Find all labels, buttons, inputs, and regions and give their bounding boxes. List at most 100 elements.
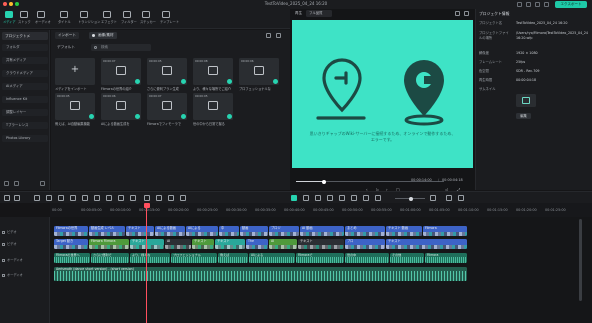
track-header-video-2[interactable]: ビデオ bbox=[2, 229, 48, 234]
zoom-slider[interactable] bbox=[395, 196, 425, 201]
tool-filter[interactable]: フィルター bbox=[121, 11, 137, 24]
tool-transition[interactable]: トランジション bbox=[78, 11, 100, 24]
media-item[interactable]: 00:00:05 bbox=[193, 93, 233, 120]
audio-clip[interactable]: プロフェッショナル bbox=[171, 253, 217, 263]
scrubber-handle[interactable] bbox=[322, 179, 326, 184]
audio-clip[interactable]: 世の中 bbox=[345, 253, 389, 263]
timeline-ruler[interactable]: 00:00 00:00:05:00 00:00:10:00 00:00:15:0… bbox=[50, 203, 592, 217]
edit-button[interactable]: 編集 bbox=[516, 113, 531, 119]
track-header-audio-2[interactable]: オーディオ bbox=[2, 272, 48, 277]
grid-view-icon[interactable] bbox=[446, 195, 452, 201]
text-tool-icon[interactable] bbox=[94, 195, 100, 201]
audio-tool-icon[interactable] bbox=[168, 195, 174, 201]
import-media-tile[interactable]: + bbox=[55, 58, 95, 85]
quality-select[interactable]: フル品質 bbox=[306, 10, 332, 17]
collapse-sidebar-icon[interactable] bbox=[40, 181, 45, 186]
playhead-handle[interactable] bbox=[143, 203, 150, 208]
zoom-handle[interactable] bbox=[409, 196, 413, 201]
zoom-in-icon[interactable] bbox=[430, 195, 436, 201]
default-tab[interactable]: 画像/素材 bbox=[89, 32, 117, 39]
lock-icon[interactable] bbox=[2, 273, 5, 277]
media-item[interactable]: 00:00:05 bbox=[147, 58, 187, 85]
video-clip[interactable]: 中 bbox=[219, 226, 239, 236]
sidebar-header[interactable]: プロジェクトメ bbox=[2, 32, 48, 40]
account-icon[interactable] bbox=[517, 2, 522, 7]
tool-media[interactable]: メディア bbox=[3, 11, 16, 24]
video-clip[interactable]: AIによる bbox=[186, 226, 218, 236]
video-clip[interactable]: AI bbox=[269, 239, 297, 249]
audio-clip[interactable]: 例えば bbox=[218, 253, 248, 263]
audio-clip[interactable]: その他 bbox=[390, 253, 424, 263]
search-input[interactable]: 検索 bbox=[91, 44, 151, 51]
cloud-icon[interactable] bbox=[526, 2, 531, 7]
media-item[interactable]: 00:00:07 bbox=[147, 93, 187, 120]
speed-icon[interactable] bbox=[118, 195, 124, 201]
export-button[interactable]: エクスポート bbox=[555, 1, 587, 8]
tool-audio[interactable]: オーディオ bbox=[35, 11, 51, 24]
media-item[interactable]: 00:00:05 bbox=[55, 93, 95, 120]
tool-sticker[interactable]: ステッカー bbox=[140, 11, 156, 24]
add-folder-icon[interactable] bbox=[14, 181, 19, 186]
fullscreen-icon[interactable] bbox=[464, 11, 469, 16]
sidebar-item-cloud[interactable]: クラウドメディア bbox=[2, 70, 48, 77]
video-clip[interactable]: テキスト bbox=[130, 239, 164, 249]
tool-template[interactable]: テンプレート bbox=[160, 11, 179, 24]
layout-icon[interactable] bbox=[4, 195, 10, 201]
undo-icon[interactable] bbox=[34, 195, 40, 201]
video-clip[interactable]: Filmoraの世界 bbox=[54, 226, 88, 236]
video-clip[interactable]: まとめ bbox=[345, 226, 385, 236]
crop-icon[interactable] bbox=[106, 195, 112, 201]
color-icon[interactable] bbox=[130, 195, 136, 201]
video-clip[interactable]: テキスト bbox=[386, 239, 467, 249]
more-tools-icon[interactable] bbox=[180, 195, 186, 201]
lock-icon[interactable] bbox=[2, 230, 5, 234]
playhead[interactable] bbox=[143, 203, 150, 323]
record-voice-icon[interactable] bbox=[315, 195, 321, 201]
video-clip[interactable]: テキスト bbox=[126, 226, 154, 236]
timeline-scrollbar[interactable] bbox=[570, 217, 592, 323]
snap-icon[interactable] bbox=[291, 195, 297, 201]
more-icon[interactable] bbox=[276, 33, 281, 38]
video-clip[interactable]: AIによる動画 bbox=[155, 226, 185, 236]
ai-tool-icon[interactable] bbox=[144, 195, 150, 201]
audio-clip[interactable]: Filmoraの世界へ bbox=[54, 253, 90, 263]
marker-icon[interactable] bbox=[303, 195, 309, 201]
video-clip[interactable]: テキスト bbox=[298, 239, 344, 249]
filter-icon[interactable] bbox=[266, 33, 271, 38]
zoom-out-icon[interactable] bbox=[375, 195, 381, 201]
track-header-video-1[interactable]: ビデオ bbox=[2, 241, 48, 246]
preview-canvas[interactable]: 思いきりギャップのWiki-サーバーに接続するため、オンラインで動作するため、 … bbox=[292, 20, 473, 168]
video-clip[interactable]: Filmora Filmora bbox=[89, 239, 129, 249]
sidebar-item-blur[interactable]: Tブラーレンス bbox=[2, 122, 48, 129]
media-item[interactable]: 00:00:06 bbox=[239, 58, 279, 85]
audio-clip[interactable]: Filmora bbox=[425, 253, 467, 263]
music-clip[interactable]: Aerismoth (dance short version) - (short… bbox=[54, 267, 467, 281]
tool-stock[interactable]: ストック bbox=[18, 11, 31, 24]
media-item[interactable]: 00:00:08 bbox=[193, 58, 233, 85]
lock-icon[interactable] bbox=[2, 242, 5, 246]
video-clip[interactable]: The bbox=[246, 239, 268, 249]
snapshot-icon[interactable] bbox=[455, 11, 460, 16]
lock-icon[interactable] bbox=[2, 258, 5, 262]
video-clip[interactable]: プロジ bbox=[269, 226, 299, 236]
video-clip[interactable]: テキスト bbox=[215, 239, 245, 249]
audio-clip[interactable]: Filmoraで bbox=[296, 253, 344, 263]
media-item[interactable]: 00:00:07 bbox=[101, 58, 141, 85]
sidebar-item-photos-library[interactable]: Photos Library bbox=[2, 135, 48, 142]
video-clip[interactable]: テキスト 動画 bbox=[386, 226, 422, 236]
sidebar-item-influence-kit[interactable]: Influence Kit bbox=[2, 96, 48, 103]
new-folder-icon[interactable] bbox=[4, 181, 9, 186]
render-icon[interactable] bbox=[339, 195, 345, 201]
video-clip[interactable]: Filmora bbox=[423, 226, 467, 236]
scroll-thumb[interactable] bbox=[579, 219, 582, 301]
video-clip[interactable]: Target 動き bbox=[54, 239, 88, 249]
select-tool-icon[interactable] bbox=[14, 195, 20, 201]
video-clip[interactable]: 動画 bbox=[240, 226, 268, 236]
tool-effect[interactable]: エフェクト bbox=[101, 11, 117, 24]
thumbnail-preview[interactable] bbox=[516, 94, 536, 107]
import-tab[interactable]: インポート bbox=[55, 32, 79, 39]
sidebar-item-ai-media[interactable]: AIメディア bbox=[2, 83, 48, 90]
audio-clip[interactable]: より、様々な bbox=[130, 253, 170, 263]
keyframe-icon[interactable] bbox=[351, 195, 357, 201]
sidebar-item-shared[interactable]: 共有メディア bbox=[2, 57, 48, 64]
